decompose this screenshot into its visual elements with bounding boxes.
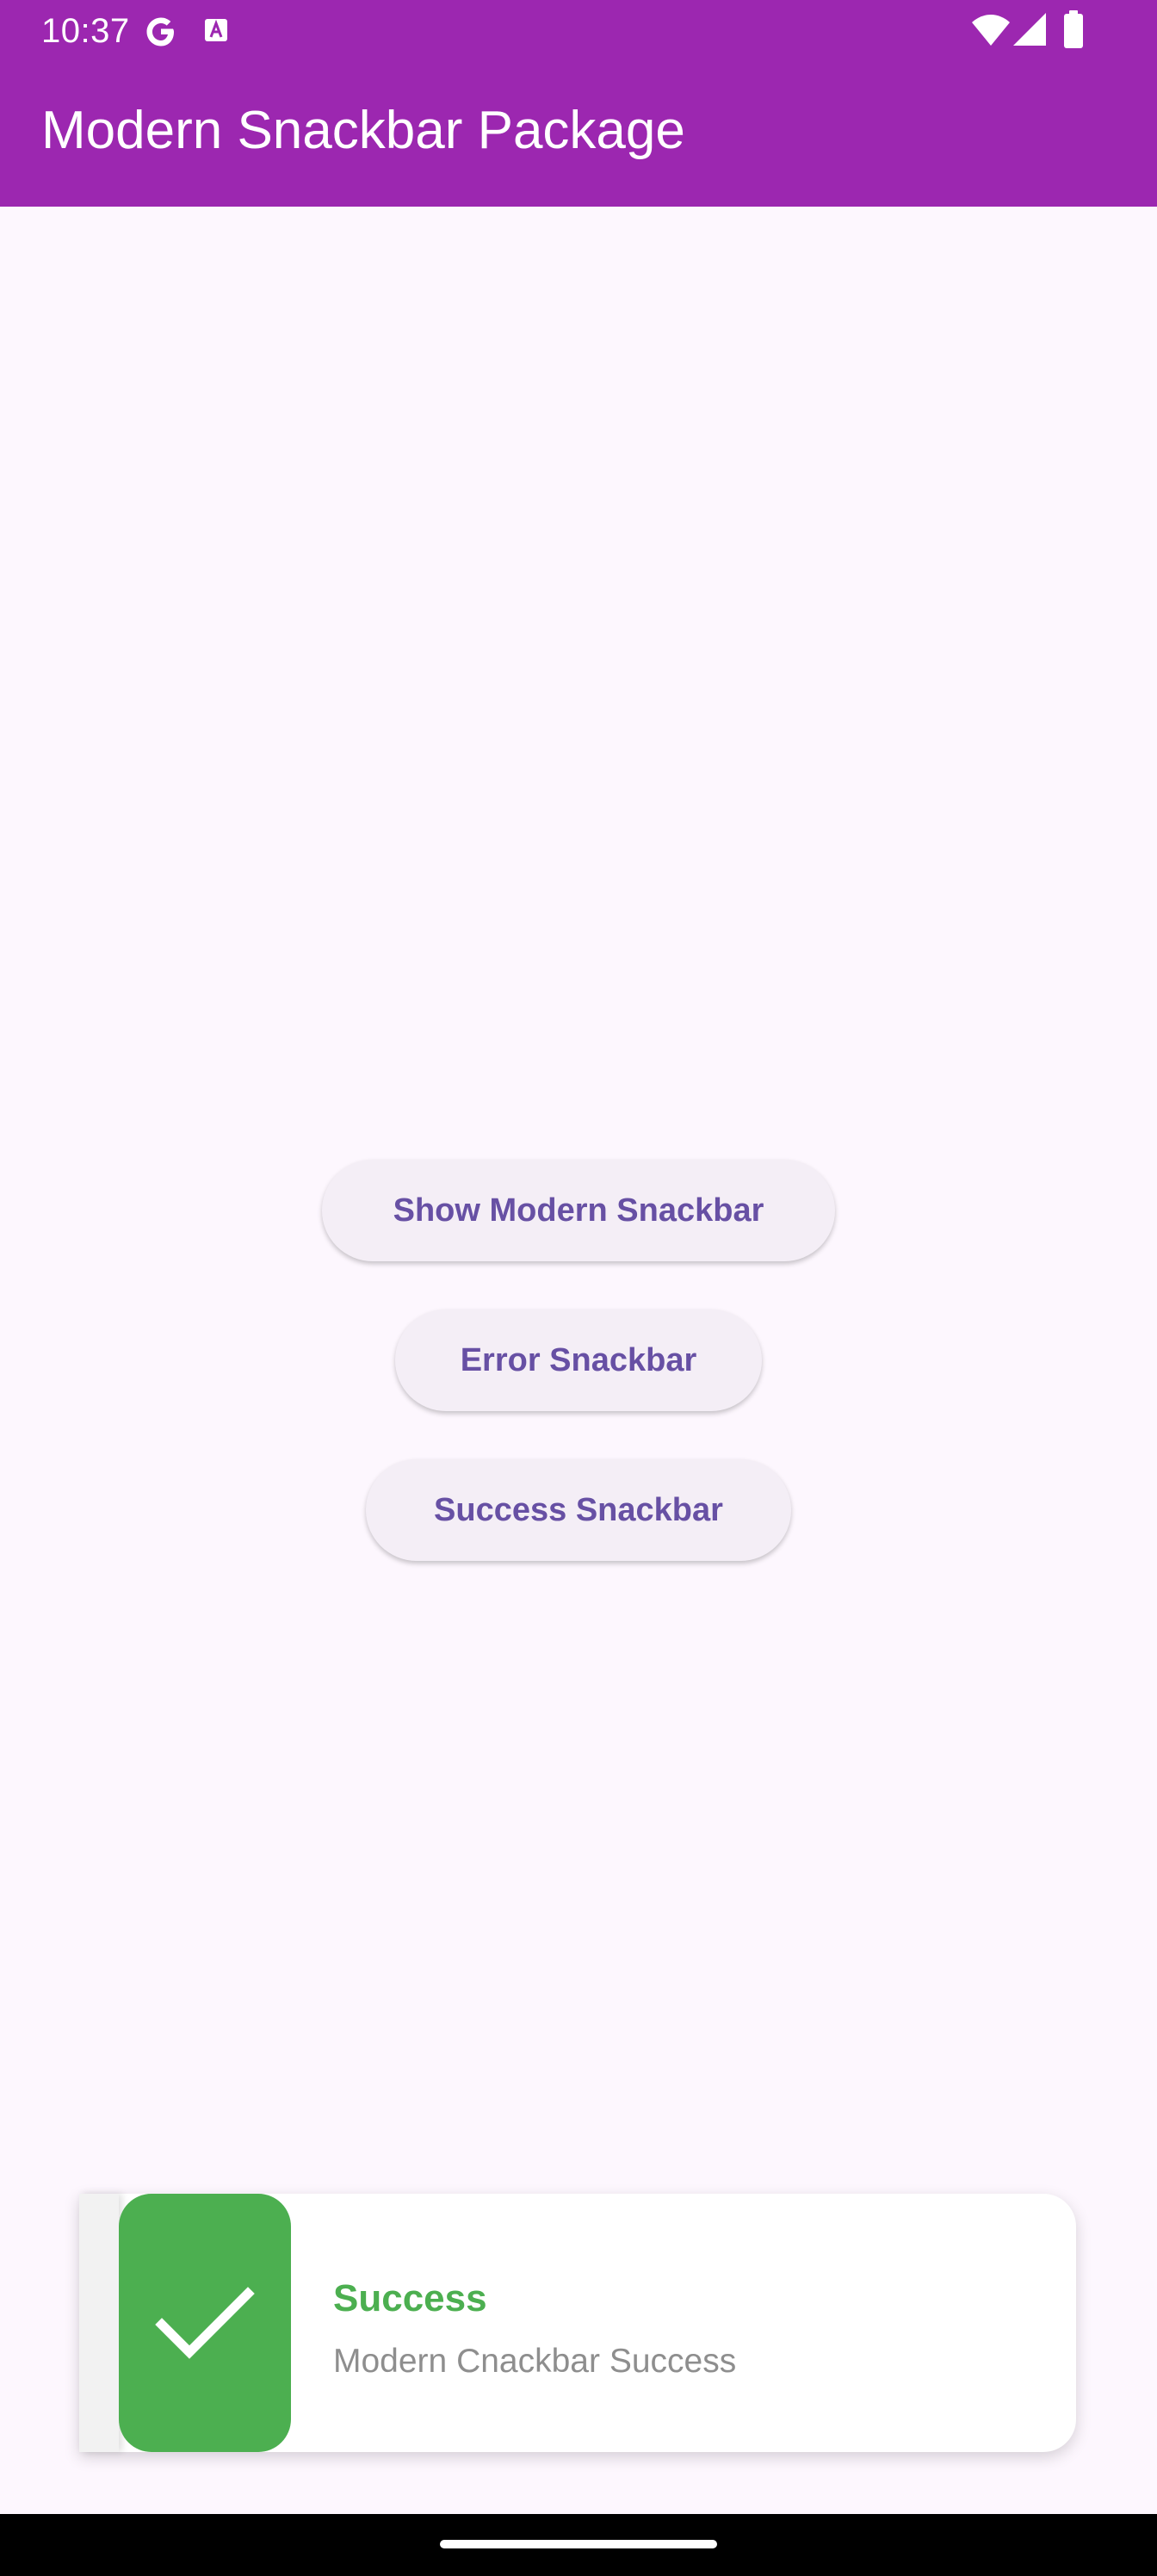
status-time: 10:37 xyxy=(41,12,130,50)
error-snackbar-button[interactable]: Error Snackbar xyxy=(395,1310,762,1411)
snackbar-edge xyxy=(79,2194,119,2452)
snackbar-title: Success xyxy=(333,2277,487,2319)
app-title: Modern Snackbar Package xyxy=(41,101,685,160)
success-snackbar-label: Success Snackbar xyxy=(434,1491,723,1528)
status-bar: 10:37 xyxy=(0,0,1157,62)
show-modern-snackbar-label: Show Modern Snackbar xyxy=(393,1192,764,1229)
signal-icon xyxy=(1013,13,1046,46)
wifi-icon xyxy=(972,15,1010,46)
battery-icon xyxy=(1064,10,1083,48)
show-modern-snackbar-button[interactable]: Show Modern Snackbar xyxy=(322,1160,835,1261)
success-snackbar[interactable]: Success Modern Cnackbar Success xyxy=(79,2194,1076,2452)
snackbar-message: Modern Cnackbar Success xyxy=(333,2343,737,2380)
google-g-icon xyxy=(146,17,174,46)
snackbar-icon-box xyxy=(119,2194,291,2452)
check-icon xyxy=(155,2287,255,2359)
error-snackbar-label: Error Snackbar xyxy=(460,1341,697,1378)
app-header: 10:37 Modern Snackbar Package xyxy=(0,0,1157,207)
success-snackbar-button[interactable]: Success Snackbar xyxy=(366,1459,791,1561)
navigation-bar xyxy=(0,2514,1157,2576)
font-a-icon xyxy=(205,19,227,41)
home-gesture-handle[interactable] xyxy=(440,2540,717,2548)
